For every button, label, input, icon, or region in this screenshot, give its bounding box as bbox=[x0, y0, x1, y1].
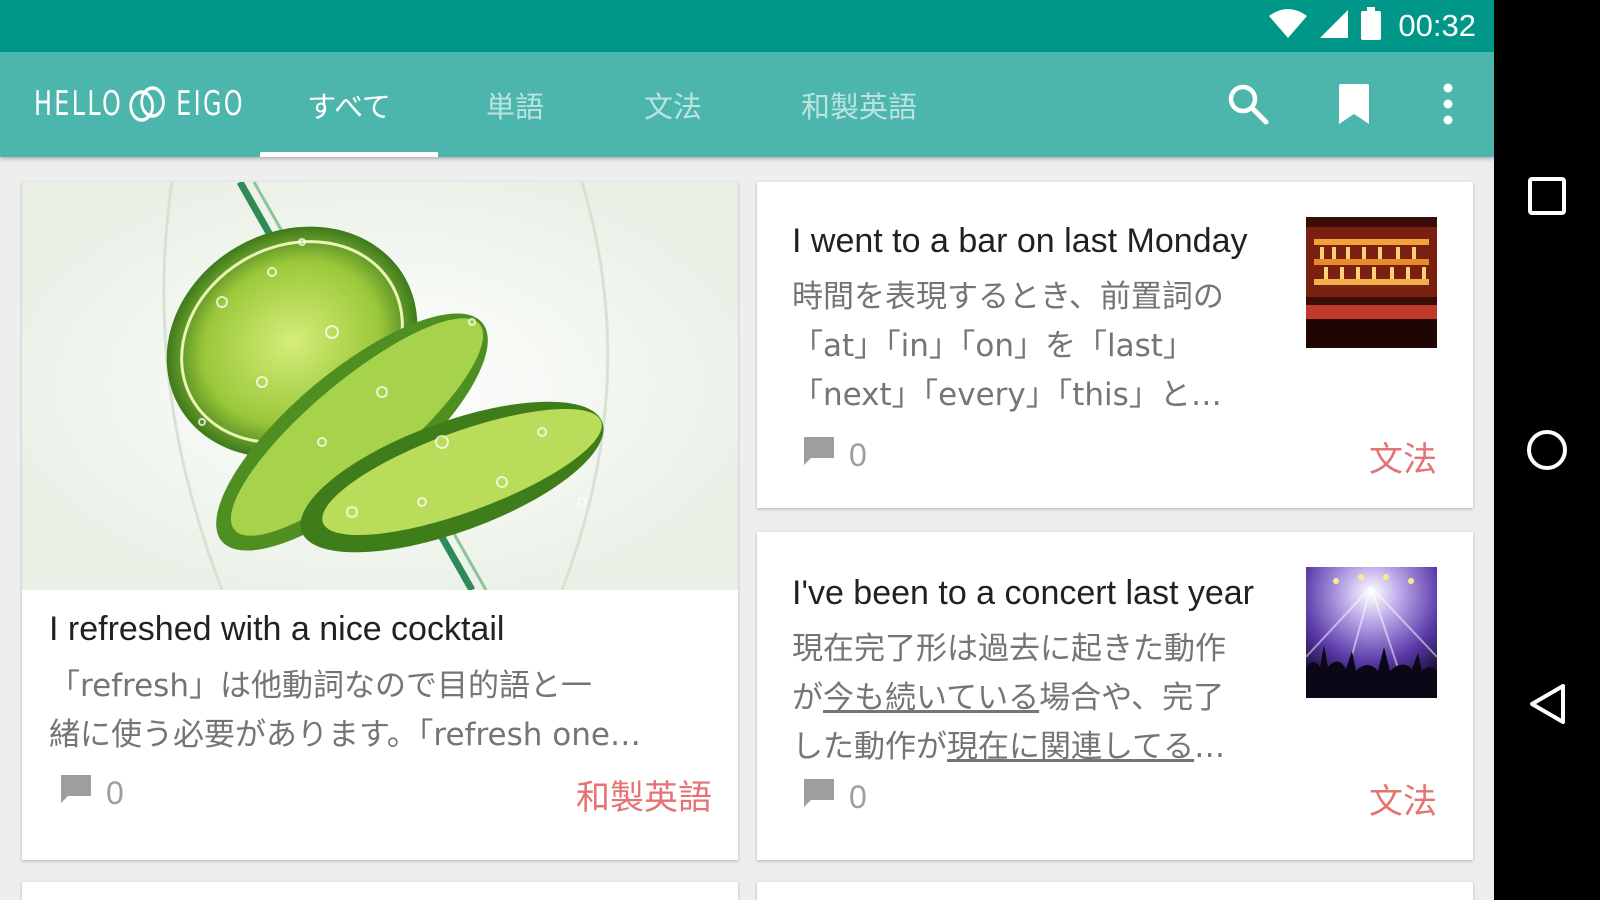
speech-bubble-logo-icon bbox=[126, 84, 173, 124]
comment-count[interactable]: 0 bbox=[803, 436, 867, 474]
excerpt-link[interactable]: 現在に関連してる bbox=[947, 729, 1194, 765]
article-card[interactable]: I refreshed with a nice cocktail 「refres… bbox=[22, 182, 738, 860]
excerpt-line: 緒に使う必要があります。「refresh one… bbox=[49, 717, 641, 753]
app-bar: HELLO EIGO すべて 単語 文法 和製英語 bbox=[0, 52, 1494, 157]
excerpt-line: 時間を表現するとき、前置詞の bbox=[792, 279, 1224, 315]
excerpt-line: 「refresh」は他動詞なので目的語と一 bbox=[49, 668, 592, 704]
excerpt-line: 現在完了形は過去に起きた動作 bbox=[792, 631, 1226, 667]
article-excerpt: 時間を表現するとき、前置詞の 「at」「in」「on」を「last」 「next… bbox=[792, 273, 1292, 420]
tab-wasei-eigo[interactable]: 和製英語 bbox=[780, 52, 938, 157]
excerpt-line: した動作が現在に関連してる… bbox=[792, 723, 1292, 772]
system-nav-bar bbox=[1494, 0, 1600, 900]
excerpt-link[interactable]: 今も続いている bbox=[823, 680, 1039, 716]
tab-grammar[interactable]: 文法 bbox=[618, 52, 728, 157]
recents-icon[interactable] bbox=[1521, 170, 1573, 222]
article-excerpt: 現在完了形は過去に起きた動作 が今も続いている場合や、完了 した動作が現在に関連… bbox=[792, 625, 1292, 772]
search-icon[interactable] bbox=[1224, 80, 1272, 128]
excerpt-text: が bbox=[792, 680, 823, 716]
article-excerpt: 「refresh」は他動詞なので目的語と一 緒に使う必要があります。「refre… bbox=[49, 662, 719, 760]
article-title: I refreshed with a nice cocktail bbox=[49, 610, 505, 648]
bookmark-icon[interactable] bbox=[1330, 80, 1378, 128]
excerpt-line: が今も続いている場合や、完了 bbox=[792, 674, 1292, 723]
article-title: I went to a bar on last Monday bbox=[792, 222, 1248, 260]
comment-icon bbox=[803, 436, 835, 474]
article-title: I've been to a concert last year bbox=[792, 574, 1254, 612]
back-icon[interactable] bbox=[1521, 678, 1573, 730]
bar-image bbox=[1306, 217, 1437, 348]
excerpt-text: した動作が bbox=[792, 729, 947, 765]
comment-count-value: 0 bbox=[849, 436, 867, 473]
app-screen: 00:32 HELLO EIGO すべて 単語 文法 和製英語 I refres… bbox=[0, 0, 1494, 900]
active-tab-indicator bbox=[260, 152, 438, 157]
excerpt-line: 「at」「in」「on」を「last」 bbox=[792, 328, 1194, 364]
comment-icon bbox=[803, 778, 835, 816]
comment-count-value: 0 bbox=[849, 778, 867, 815]
category-label[interactable]: 文法 bbox=[1369, 774, 1437, 823]
tab-words[interactable]: 単語 bbox=[460, 52, 570, 157]
comment-icon bbox=[60, 774, 92, 812]
status-time: 00:32 bbox=[1398, 8, 1476, 43]
tab-all[interactable]: すべて bbox=[260, 52, 438, 157]
excerpt-text: … bbox=[1194, 729, 1226, 765]
logo-text-right: EIGO bbox=[176, 84, 245, 124]
wifi-icon bbox=[1268, 8, 1308, 44]
battery-icon bbox=[1360, 7, 1382, 45]
excerpt-text: 場合や、完了 bbox=[1039, 680, 1225, 716]
comment-count[interactable]: 0 bbox=[803, 778, 867, 816]
more-vert-icon[interactable] bbox=[1424, 80, 1472, 128]
status-bar: 00:32 bbox=[0, 0, 1494, 52]
lime-soda-image bbox=[22, 182, 738, 592]
article-card[interactable]: I went to a bar on last Monday 時間を表現するとき… bbox=[757, 182, 1473, 508]
category-label[interactable]: 和製英語 bbox=[576, 770, 712, 819]
concert-image bbox=[1306, 567, 1437, 698]
article-card[interactable]: I've been to a concert last year 現在完了形は過… bbox=[757, 532, 1473, 860]
home-icon[interactable] bbox=[1521, 424, 1573, 476]
comment-count-value: 0 bbox=[106, 774, 124, 811]
logo-text-left: HELLO bbox=[34, 84, 124, 124]
category-label[interactable]: 文法 bbox=[1369, 432, 1437, 481]
cell-signal-icon bbox=[1318, 8, 1350, 44]
app-logo[interactable]: HELLO EIGO bbox=[34, 82, 245, 126]
article-card-partial[interactable] bbox=[22, 882, 738, 900]
excerpt-line: 「next」「every」「this」と… bbox=[792, 377, 1222, 413]
comment-count[interactable]: 0 bbox=[60, 774, 124, 812]
article-card-partial[interactable] bbox=[757, 882, 1473, 900]
